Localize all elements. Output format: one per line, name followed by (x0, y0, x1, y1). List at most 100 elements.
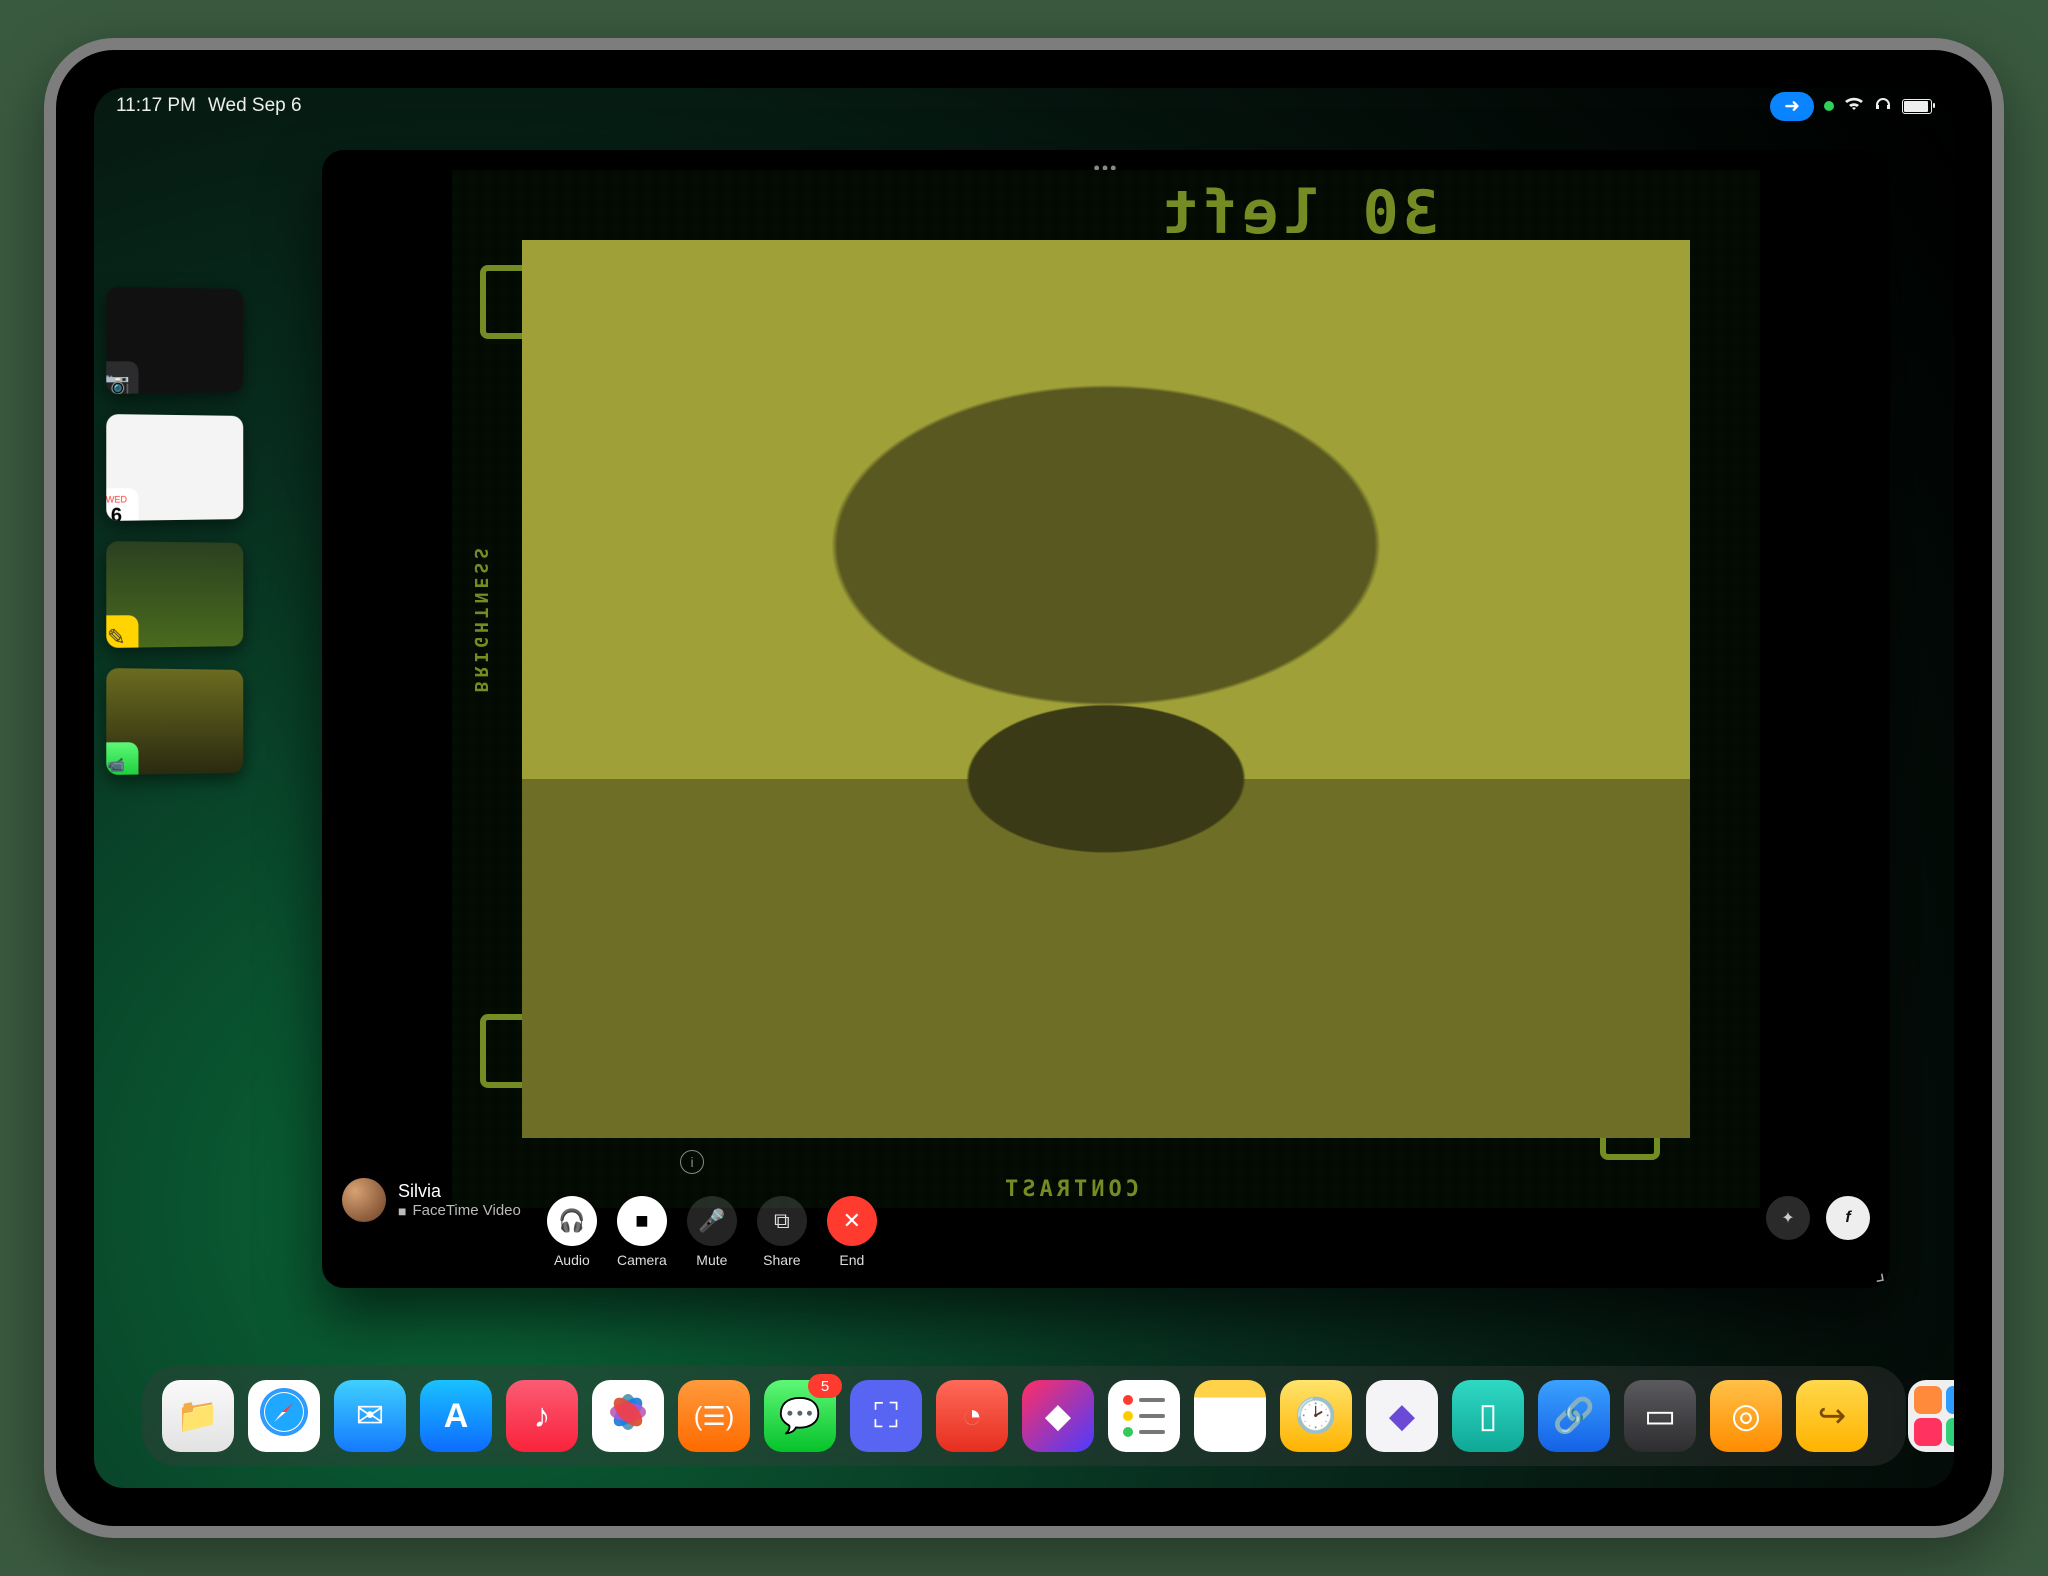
dock: 📁 ✉ A ♪ (142, 1366, 1906, 1466)
dock-app-photos[interactable] (592, 1380, 664, 1452)
ipad-screen: 11:17 PM Wed Sep 6 ➜ 📷 (94, 88, 1954, 1488)
link-icon: 🔗 (1553, 1396, 1595, 1436)
dock-recent-app[interactable] (1908, 1380, 1954, 1452)
video-camera-icon: ■ (398, 1203, 406, 1219)
battery-icon (1902, 99, 1932, 114)
shortcuts-icon: ◆ (1045, 1396, 1071, 1436)
dock-app-discord[interactable]: ⛶ (850, 1380, 922, 1452)
grid-tile-icon (1914, 1418, 1942, 1446)
ipad-bezel: 11:17 PM Wed Sep 6 ➜ 📷 (56, 50, 1992, 1526)
dock-app-messages[interactable]: 💬 5 (764, 1380, 836, 1452)
mute-label: Mute (696, 1252, 727, 1268)
dock-app-20[interactable]: ↪ (1796, 1380, 1868, 1452)
notes-icon: ▭ (1214, 1396, 1246, 1436)
camera-icon: 📷 (106, 361, 138, 394)
arrow-redo-icon: ↪ (1818, 1396, 1847, 1436)
video-camera-icon: ■ (635, 1208, 648, 1234)
dock-app-19[interactable]: ◎ (1710, 1380, 1782, 1452)
dock-app-7[interactable]: (☰) (678, 1380, 750, 1452)
camera-button[interactable]: ■ (617, 1196, 667, 1246)
audio-button[interactable]: 🎧 (547, 1196, 597, 1246)
video-feed-gameboy-filter: 30 left BRIGHTNESS CONTRAST (452, 170, 1760, 1208)
dock-app-10[interactable]: ◔ (936, 1380, 1008, 1452)
wifi-icon (1844, 95, 1864, 117)
mute-control: 🎤 Mute (687, 1196, 737, 1268)
share-screen-icon: ⧉ (774, 1208, 790, 1234)
grid-tile-icon (1946, 1386, 1954, 1414)
gb-portrait-pixelart (522, 240, 1690, 1138)
dock-app-appstore[interactable]: A (420, 1380, 492, 1452)
f-cursive-icon: f (1845, 1209, 1850, 1227)
calendar-icon: WED 6 (106, 488, 138, 521)
speech-bubble-icon: 💬 (779, 1396, 821, 1436)
stage-tile-camera[interactable]: 📷 (106, 287, 243, 394)
grid-tile-icon (1946, 1418, 1954, 1446)
timer-icon: ◔ (962, 1397, 983, 1436)
facetime-icon: 📹 (106, 742, 138, 775)
camera-label: Camera (617, 1252, 667, 1268)
grid-tile-icon (1914, 1386, 1942, 1414)
share-label: Share (763, 1252, 800, 1268)
camera-in-use-indicator-icon (1824, 101, 1834, 111)
clock-icon: 🕑 (1295, 1396, 1337, 1436)
gb-brightness-label: BRIGHTNESS (470, 544, 491, 692)
status-bar: 11:17 PM Wed Sep 6 ➜ (94, 88, 1954, 124)
broadcast-icon: ◎ (1731, 1396, 1761, 1436)
dock-app-16[interactable]: ▯ (1452, 1380, 1524, 1452)
status-time: 11:17 PM (116, 95, 196, 117)
share-button[interactable]: ⧉ (757, 1196, 807, 1246)
share-control: ⧉ Share (757, 1196, 807, 1268)
microphone-slash-icon: 🎤 (698, 1208, 725, 1234)
mute-button[interactable]: 🎤 (687, 1196, 737, 1246)
sparkle-icon: ✦ (1781, 1208, 1794, 1228)
camera-control: ■ Camera (617, 1196, 667, 1268)
dock-app-notes[interactable]: ▭ (1194, 1380, 1266, 1452)
list-dots-icon (1123, 1395, 1165, 1437)
stage-tile-app3[interactable]: ✎ (106, 541, 243, 648)
facetime-window: ••• 30 left BRIGHTNESS CONTRAST i Silvia (322, 150, 1890, 1288)
airpods-icon: 🎧 (558, 1208, 585, 1234)
dock-app-mail[interactable]: ✉ (334, 1380, 406, 1452)
audio-control: 🎧 Audio (547, 1196, 597, 1268)
messages-badge: 5 (808, 1374, 842, 1398)
end-label: End (839, 1252, 864, 1268)
status-screen-record-pill[interactable]: ➜ (1770, 92, 1814, 121)
dock-app-17[interactable]: 🔗 (1538, 1380, 1610, 1452)
dock-app-12[interactable] (1108, 1380, 1180, 1452)
stage-manager-strip: 📷 WED 6 ✎ 📹 (106, 288, 266, 1008)
dock-app-files[interactable]: 📁 (162, 1380, 234, 1452)
function-button[interactable]: f (1826, 1196, 1870, 1240)
gb-shots-left-label: 30 left (1158, 178, 1439, 248)
caller-name: Silvia (398, 1181, 521, 1202)
dock-app-obsidian[interactable]: ◆ (1366, 1380, 1438, 1452)
pencil-icon: ✎ (106, 615, 138, 648)
effects-button[interactable]: ✦ (1766, 1196, 1810, 1240)
music-note-icon: ♪ (534, 1397, 551, 1436)
facetime-call-controls: Silvia ■ FaceTime Video 🎧 Audio (342, 1158, 1870, 1268)
folder-icon: 📁 (177, 1396, 219, 1436)
chat-lines-icon: (☰) (694, 1401, 735, 1432)
dock-app-18[interactable]: ▭ (1624, 1380, 1696, 1452)
discord-icon: ⛶ (874, 1397, 898, 1436)
end-control: ✕ End (827, 1196, 877, 1268)
dock-app-safari[interactable] (248, 1380, 320, 1452)
audio-label: Audio (554, 1252, 590, 1268)
photos-flower-icon (600, 1384, 656, 1449)
end-call-button[interactable]: ✕ (827, 1196, 877, 1246)
caller-avatar (342, 1178, 386, 1222)
caller-info[interactable]: Silvia ■ FaceTime Video (342, 1178, 521, 1222)
dock-app-14[interactable]: 🕑 (1280, 1380, 1352, 1452)
envelope-icon: ✉ (356, 1396, 385, 1436)
ipad-device-frame: 11:17 PM Wed Sep 6 ➜ 📷 (44, 38, 2004, 1538)
caller-subtitle: FaceTime Video (412, 1202, 520, 1219)
window-resize-handle-icon[interactable]: ⌟ (1872, 1259, 1887, 1286)
appstore-a-icon: A (444, 1397, 469, 1436)
stage-tile-calendar[interactable]: WED 6 (106, 414, 243, 521)
stage-tile-facetime[interactable]: 📹 (106, 668, 243, 775)
window-icon: ▭ (1644, 1396, 1676, 1436)
status-date: Wed Sep 6 (208, 95, 302, 117)
headphones-icon (1874, 95, 1892, 117)
dock-app-music[interactable]: ♪ (506, 1380, 578, 1452)
dock-app-shortcuts[interactable]: ◆ (1022, 1380, 1094, 1452)
compass-icon (256, 1384, 312, 1449)
